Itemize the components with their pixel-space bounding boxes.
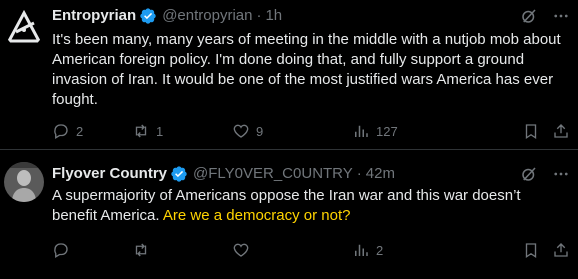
avatar[interactable]: [4, 162, 44, 202]
repost-icon: [135, 124, 147, 138]
separator-dot: ·: [356, 165, 362, 182]
view-count: 127: [376, 123, 398, 139]
view-count: 2: [376, 242, 384, 258]
timestamp[interactable]: 42m: [366, 164, 395, 184]
reply-icon: [54, 124, 68, 139]
share-icon: [554, 243, 568, 257]
bookmark-button[interactable]: [522, 121, 540, 141]
statue-avatar-icon: [4, 162, 44, 202]
tweet-flyover-country[interactable]: Flyover Country @FLY0VER_C0UNTRY · 42m A…: [0, 150, 578, 279]
grok-icon[interactable]: [520, 165, 538, 183]
share-icon: [554, 124, 568, 138]
share-button[interactable]: [552, 121, 570, 141]
views-button[interactable]: 2: [352, 240, 383, 260]
highlighted-question: Are we a democracy or not?: [162, 207, 351, 224]
repost-count: 1: [156, 123, 164, 139]
more-options-icon[interactable]: [552, 165, 570, 183]
bookmark-icon: [525, 124, 537, 140]
avatar[interactable]: [4, 8, 44, 48]
like-button[interactable]: 9: [232, 121, 263, 141]
separator-dot: ·: [256, 7, 262, 24]
tweet-entropyrian[interactable]: Entropyrian @entropyrian · 1h It's been …: [0, 0, 578, 150]
handle[interactable]: @entropyrian: [162, 6, 252, 26]
tweet-header: Entropyrian @entropyrian · 1h: [52, 6, 578, 26]
reply-icon: [54, 243, 68, 258]
tweet-text: A supermajority of Americans oppose the …: [52, 186, 568, 226]
verified-badge-icon: [170, 165, 188, 183]
repost-icon: [135, 243, 147, 257]
handle[interactable]: @FLY0VER_C0UNTRY: [193, 164, 353, 184]
display-name[interactable]: Entropyrian: [52, 6, 136, 26]
reply-button[interactable]: [52, 240, 76, 260]
tweet-header: Flyover Country @FLY0VER_C0UNTRY · 42m: [52, 164, 578, 184]
display-name[interactable]: Flyover Country: [52, 164, 167, 184]
tweet-body: It's been many, many years of meeting in…: [52, 31, 565, 108]
verified-badge-icon: [139, 7, 157, 25]
repost-button[interactable]: [132, 240, 156, 260]
tweet-text: It's been many, many years of meeting in…: [52, 30, 568, 110]
analytics-icon: [355, 244, 368, 256]
like-button[interactable]: [232, 240, 256, 260]
more-options-icon[interactable]: [552, 7, 570, 25]
reply-button[interactable]: 2: [52, 121, 83, 141]
like-count: 9: [256, 123, 264, 139]
bookmark-button[interactable]: [522, 240, 540, 260]
bookmark-icon: [525, 243, 537, 259]
grok-icon[interactable]: [520, 7, 538, 25]
tweet-actions: 2: [52, 240, 578, 260]
analytics-icon: [355, 125, 368, 137]
views-button[interactable]: 127: [352, 121, 398, 141]
reply-count: 2: [76, 123, 84, 139]
tweet-actions: 2 1 9 127: [52, 121, 578, 141]
triangle-logo-icon: [4, 8, 44, 48]
timestamp[interactable]: 1h: [265, 6, 282, 26]
repost-button[interactable]: 1: [132, 121, 163, 141]
heart-icon: [233, 124, 249, 138]
heart-icon: [233, 243, 249, 257]
share-button[interactable]: [552, 240, 570, 260]
